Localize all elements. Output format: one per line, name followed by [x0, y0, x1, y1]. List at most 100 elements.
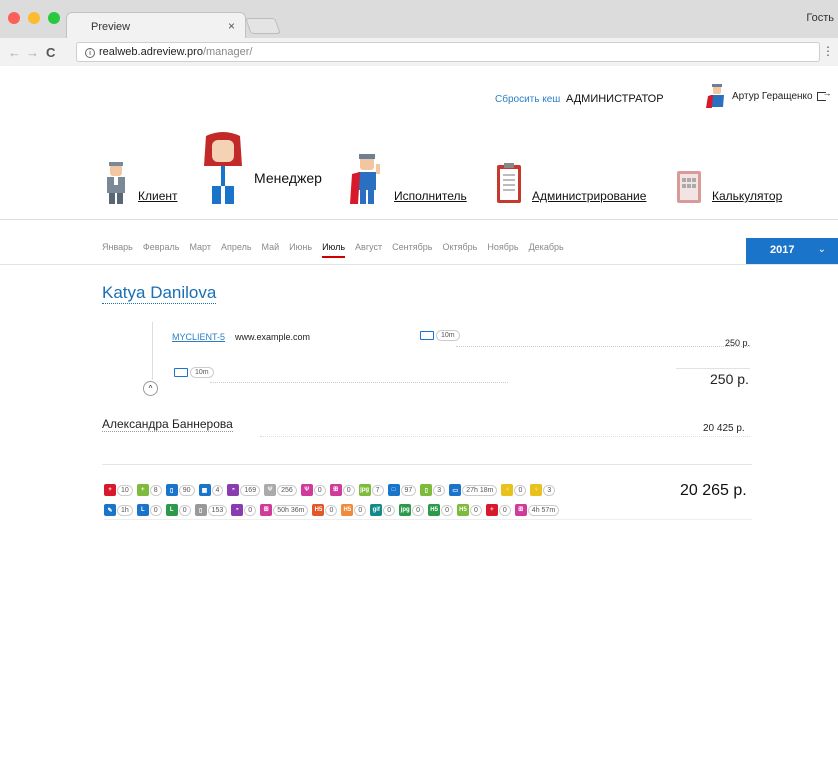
- people-pink-icon: ꕥ: [260, 504, 273, 516]
- month-tabs: Январь Февраль Март Апрель Май Июнь Июль…: [102, 242, 564, 258]
- h5-lightgreen-icon: H5: [456, 504, 469, 516]
- stat-count: 0: [178, 504, 191, 516]
- bulb-icon: ♀: [501, 484, 514, 496]
- year-select[interactable]: 2017 ⌄: [746, 238, 838, 264]
- month-tab[interactable]: Февраль: [143, 242, 180, 258]
- manager-name-link[interactable]: Katya Danilova: [102, 283, 217, 304]
- html5-lite-icon: H5: [341, 504, 354, 516]
- new-tab-button[interactable]: [245, 18, 281, 34]
- stat-count: 0: [514, 484, 527, 496]
- month-tab[interactable]: Октябрь: [442, 242, 477, 258]
- month-tab-active[interactable]: Июль: [322, 242, 346, 258]
- desktop-icon: □: [387, 484, 400, 496]
- maximize-window-button[interactable]: [48, 12, 60, 24]
- stat-item: jpg 7: [358, 484, 384, 496]
- manager-avatar-icon: [204, 132, 242, 204]
- client-row: MYCLIENT-5 www.example.com: [172, 332, 310, 342]
- stat-item: ♀ 3: [530, 484, 556, 496]
- stat-item: ꕥ0: [329, 484, 355, 496]
- clipboard-icon: [497, 163, 521, 203]
- month-tab[interactable]: Апрель: [221, 242, 252, 258]
- month-tab[interactable]: Март: [189, 242, 211, 258]
- tv-icon: [174, 368, 188, 377]
- stat-count: 0: [441, 504, 453, 516]
- guest-profile[interactable]: Гость: [806, 12, 834, 24]
- pencil-icon: ✎: [104, 504, 116, 516]
- month-tab[interactable]: Сентябрь: [392, 242, 432, 258]
- url-host: realweb.adreview.pro: [99, 46, 203, 58]
- role-calculator[interactable]: Калькулятор: [676, 170, 782, 204]
- logout-icon[interactable]: [816, 88, 832, 101]
- stat-item: □ 97: [387, 484, 417, 496]
- browser-tab[interactable]: Preview ×: [66, 12, 246, 38]
- reset-cache-link[interactable]: Сбросить кеш: [495, 94, 560, 105]
- close-window-button[interactable]: [8, 12, 20, 24]
- stat-item: +8: [136, 484, 162, 496]
- medical-cross-red-icon: +: [485, 504, 498, 516]
- layout-green-icon: ▯: [420, 484, 433, 496]
- year-value: 2017: [770, 244, 795, 256]
- role-executor[interactable]: Исполнитель: [350, 154, 467, 204]
- month-tab[interactable]: Май: [262, 242, 280, 258]
- stat-item: +0: [485, 504, 511, 516]
- month-tab[interactable]: Январь: [102, 242, 133, 258]
- user-menu[interactable]: Артур Геращенко: [706, 84, 832, 108]
- manager-name-link[interactable]: Александра Баннерова: [102, 417, 233, 432]
- time-value: 10m: [190, 367, 214, 378]
- tv-icon: [420, 331, 434, 340]
- stat-item: H5 0: [312, 504, 338, 516]
- url-path: /manager/: [202, 46, 253, 58]
- browser-menu-icon[interactable]: ⋮: [822, 44, 834, 58]
- month-tab[interactable]: Июнь: [289, 242, 312, 258]
- collapse-button[interactable]: ^: [143, 381, 158, 396]
- client-id-link[interactable]: MYCLIENT-5: [172, 332, 225, 342]
- dotted-separator: [260, 436, 750, 437]
- forward-icon[interactable]: →: [26, 45, 39, 60]
- info-icon[interactable]: i: [85, 48, 95, 58]
- jpg-icon: jpg: [358, 484, 371, 496]
- stat-item: ◓ 0: [231, 504, 257, 516]
- month-tab[interactable]: Ноябрь: [487, 242, 518, 258]
- stat-item: L0: [165, 504, 191, 516]
- l-blue-icon: L: [136, 504, 149, 516]
- role-administration[interactable]: Администрирование: [496, 162, 646, 204]
- month-tab[interactable]: Декабрь: [529, 242, 564, 258]
- page-content: Сбросить кеш АДМИНИСТРАТОР Артур Геращен…: [0, 66, 838, 781]
- html5-icon: H5: [312, 504, 325, 516]
- separator: [104, 519, 752, 520]
- role-switcher: Клиент Менеджер Исполнитель Администриро…: [0, 132, 838, 220]
- user-name: Артур Геращенко: [732, 90, 813, 102]
- stat-item: ◓ 169: [227, 484, 261, 496]
- stat-count: 4: [211, 484, 224, 496]
- stat-count: 169: [240, 484, 261, 496]
- minimize-window-button[interactable]: [28, 12, 40, 24]
- role-client[interactable]: Клиент: [104, 162, 178, 204]
- dome-purple-icon: ◓: [231, 504, 244, 516]
- l-green-icon: L: [165, 504, 178, 516]
- back-icon[interactable]: ←: [8, 45, 21, 60]
- stat-item: ꕥ 50h 36m: [260, 504, 309, 516]
- stat-count: 0: [149, 504, 162, 516]
- tab-title: Preview: [91, 21, 131, 33]
- reload-icon[interactable]: C: [46, 45, 55, 60]
- stat-count: 27h 18m: [462, 484, 498, 496]
- stat-item: Ψ0: [300, 484, 326, 496]
- role-label-executor: Исполнитель: [394, 189, 467, 203]
- client-time-stat: 10m: [420, 330, 460, 341]
- month-tab[interactable]: Август: [355, 242, 382, 258]
- close-tab-icon[interactable]: ×: [228, 19, 235, 33]
- stat-item: ▯ 3: [420, 484, 446, 496]
- tree-line: [152, 322, 153, 380]
- dome-icon: ◓: [227, 484, 240, 496]
- stat-count: 90: [178, 484, 195, 496]
- manager-time-stat: 10m: [174, 367, 214, 378]
- separator: [676, 368, 750, 369]
- role-manager[interactable]: Менеджер: [202, 132, 322, 204]
- stat-count: 1h: [117, 504, 133, 516]
- mobile-layout-icon: ▯: [165, 484, 178, 496]
- divider: [102, 464, 752, 465]
- role-label-administration: Администрирование: [532, 189, 647, 203]
- people-icon: ꕥ: [329, 484, 342, 496]
- current-role-label: АДМИНИСТРАТОР: [566, 93, 664, 105]
- url-input[interactable]: i realweb.adreview.pro/manager/: [76, 42, 820, 62]
